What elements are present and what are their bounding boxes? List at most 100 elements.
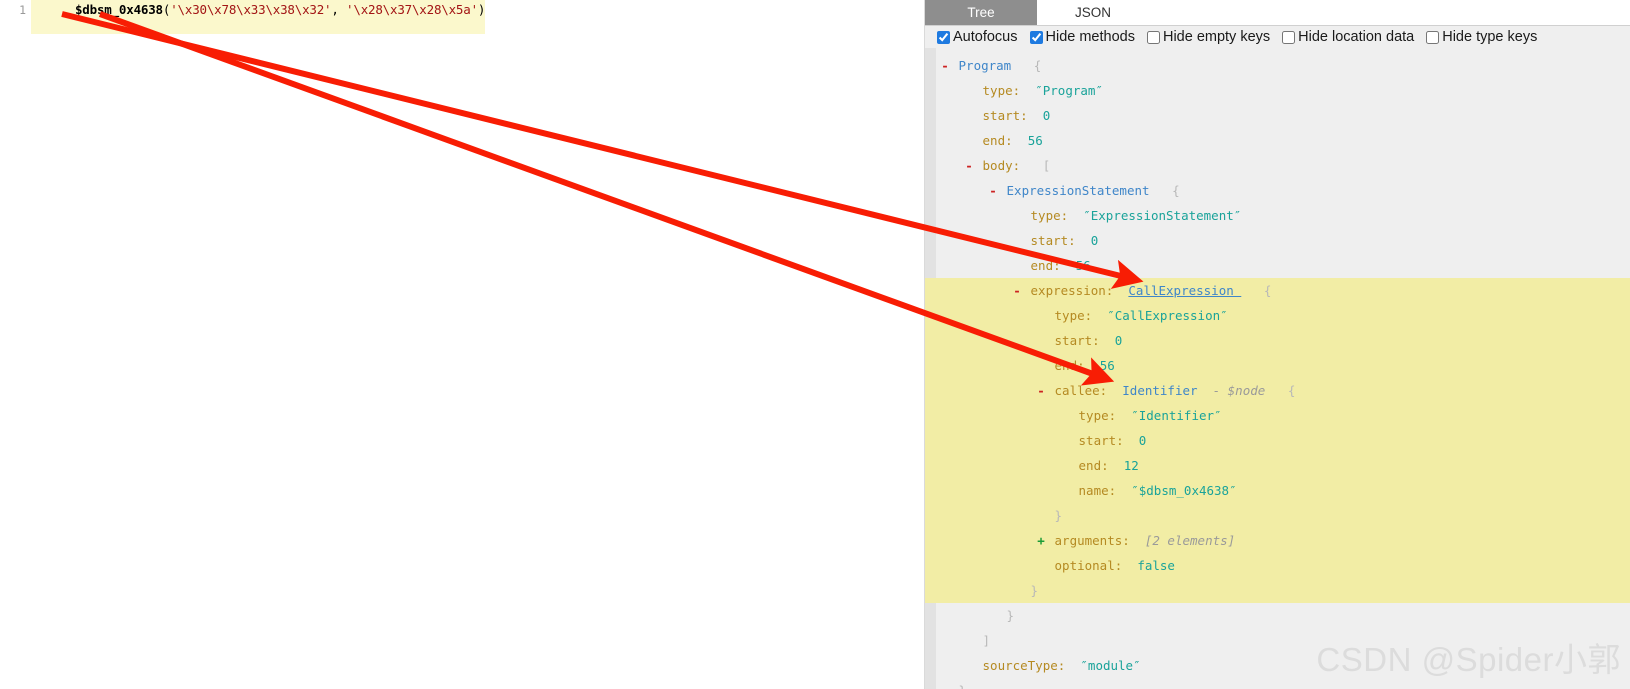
tree-node-type[interactable]: ExpressionStatement xyxy=(1007,183,1150,198)
tree-row[interactable]: + arguments: [2 elements] xyxy=(925,528,1630,553)
tree-key: body: xyxy=(982,158,1021,173)
tree-row[interactable]: - callee: Identifier - $node { xyxy=(925,378,1630,403)
tree-value: ″Identifier″ xyxy=(1131,408,1222,423)
tree-row[interactable]: - body: [ xyxy=(925,153,1630,178)
toggle-spacer-icon xyxy=(1011,228,1023,253)
tree-value: false xyxy=(1137,558,1175,573)
tree-row[interactable]: type: ″Program″ xyxy=(925,78,1630,103)
expand-icon[interactable]: + xyxy=(1035,528,1047,553)
tree-key: end: xyxy=(1030,258,1061,273)
code-token-paren-close: ) xyxy=(477,1,486,17)
tree-row[interactable]: type: ″ExpressionStatement″ xyxy=(925,203,1630,228)
tree-brace: { xyxy=(1172,183,1180,198)
tree-key: expression: xyxy=(1030,283,1114,298)
tree-value: 56 xyxy=(1075,258,1091,273)
ast-tree-pane: Tree JSON Autofocus Hide methods Hide em… xyxy=(924,0,1630,689)
toggle-spacer-icon xyxy=(963,103,975,128)
tree-row[interactable]: end: 56 xyxy=(925,353,1630,378)
tree-node-type-link[interactable]: CallExpression xyxy=(1128,283,1241,298)
toggle-spacer-icon xyxy=(1059,453,1071,478)
option-hide-methods[interactable]: Hide methods xyxy=(1029,29,1135,46)
option-hide-empty-keys[interactable]: Hide empty keys xyxy=(1146,29,1271,46)
tree-row[interactable]: start: 0 xyxy=(925,228,1630,253)
tree-row[interactable]: - expression: CallExpression { xyxy=(925,278,1630,303)
tree-value: 12 xyxy=(1123,458,1139,473)
tree-row[interactable]: end: 56 xyxy=(925,253,1630,278)
code-token-comma: , xyxy=(331,1,347,17)
tree-row[interactable]: name: ″$dbsm_0x4638″ xyxy=(925,478,1630,503)
tree-row[interactable]: type: ″Identifier″ xyxy=(925,403,1630,428)
tree-row[interactable]: start: 0 xyxy=(925,328,1630,353)
tree-row[interactable]: } xyxy=(925,578,1630,603)
option-autofocus[interactable]: Autofocus xyxy=(937,30,1018,45)
tree-row[interactable]: start: 0 xyxy=(925,103,1630,128)
view-tabbar: Tree JSON xyxy=(925,0,1630,26)
tree-key: arguments: xyxy=(1054,533,1130,548)
watermark-text: CSDN @Spider小郭 xyxy=(1316,641,1621,678)
toggle-spacer-icon xyxy=(939,678,951,689)
collapse-icon[interactable]: - xyxy=(939,53,951,78)
collapse-icon[interactable]: - xyxy=(1035,378,1047,403)
tree-row[interactable]: optional: false xyxy=(925,553,1630,578)
code-token-identifier: $dbsm_0x4638 xyxy=(74,1,163,17)
tree-row[interactable]: start: 0 xyxy=(925,428,1630,453)
toggle-spacer-icon xyxy=(963,128,975,153)
code-line[interactable]: 1 $dbsm_0x4638('\x30\x78\x33\x38\x32', '… xyxy=(0,0,485,34)
line-number-gutter: 1 xyxy=(19,2,26,17)
toggle-spacer-icon xyxy=(1059,428,1071,453)
option-hide-type-keys[interactable]: Hide type keys xyxy=(1426,30,1537,45)
tree-options-row: Autofocus Hide methods Hide empty keys H… xyxy=(925,26,1630,49)
tab-tree[interactable]: Tree xyxy=(925,0,1037,25)
option-hide-empty-keys-label: Hide empty keys xyxy=(1162,29,1271,46)
tree-value: ″ExpressionStatement″ xyxy=(1083,208,1242,223)
toggle-spacer-icon xyxy=(1035,328,1047,353)
option-hide-location-data-checkbox[interactable] xyxy=(1282,31,1296,44)
toggle-spacer-icon xyxy=(1035,303,1047,328)
tree-brace: } xyxy=(1054,508,1063,523)
tree-row[interactable]: type: ″CallExpression″ xyxy=(925,303,1630,328)
toggle-spacer-icon xyxy=(1035,353,1047,378)
tree-row[interactable]: } xyxy=(925,503,1630,528)
tab-json[interactable]: JSON xyxy=(1037,0,1149,25)
toggle-spacer-icon xyxy=(1011,578,1023,603)
toggle-spacer-icon xyxy=(963,628,975,653)
tree-row[interactable]: end: 12 xyxy=(925,453,1630,478)
toggle-spacer-icon xyxy=(1059,403,1071,428)
toggle-spacer-icon xyxy=(1059,478,1071,503)
toggle-spacer-icon xyxy=(963,653,975,678)
tree-value: 56 xyxy=(1099,358,1115,373)
option-hide-methods-label: Hide methods xyxy=(1045,29,1135,46)
ast-tree-rows: - Program { type: ″Program″ start: 0 end… xyxy=(925,49,1630,689)
tree-key: type: xyxy=(982,83,1021,98)
option-hide-type-keys-checkbox[interactable] xyxy=(1426,31,1440,44)
option-hide-location-data-label: Hide location data xyxy=(1298,29,1415,46)
option-autofocus-checkbox[interactable] xyxy=(937,31,950,44)
tree-key: callee: xyxy=(1054,383,1108,398)
option-hide-methods-checkbox[interactable] xyxy=(1029,31,1043,44)
tree-row[interactable]: end: 56 xyxy=(925,128,1630,153)
tree-key: name: xyxy=(1078,483,1117,498)
tree-row[interactable]: - Program { xyxy=(925,53,1630,78)
tree-value: 0 xyxy=(1090,233,1099,248)
tree-value: 0 xyxy=(1042,108,1051,123)
option-hide-location-data[interactable]: Hide location data xyxy=(1282,30,1414,45)
tree-row[interactable]: - ExpressionStatement { xyxy=(925,178,1630,203)
code-editor-pane[interactable]: 1 $dbsm_0x4638('\x30\x78\x33\x38\x32', '… xyxy=(0,0,924,689)
tree-value: 0 xyxy=(1138,433,1147,448)
tree-brace: } xyxy=(959,683,967,689)
collapse-icon[interactable]: - xyxy=(1011,278,1023,303)
tree-brace: ] xyxy=(982,633,991,648)
tree-key: type: xyxy=(1078,408,1117,423)
collapse-icon[interactable]: - xyxy=(987,178,999,203)
tree-value: ″$dbsm_0x4638″ xyxy=(1131,483,1237,498)
code-text[interactable]: $dbsm_0x4638('\x30\x78\x33\x38\x32', '\x… xyxy=(31,0,485,34)
option-hide-empty-keys-checkbox[interactable] xyxy=(1146,31,1160,44)
toggle-spacer-icon xyxy=(987,603,999,628)
tree-key: sourceType: xyxy=(982,658,1066,673)
toggle-spacer-icon xyxy=(1035,553,1047,578)
tree-node-type[interactable]: Program xyxy=(959,58,1012,73)
tree-row[interactable]: } xyxy=(925,603,1630,628)
collapse-icon[interactable]: - xyxy=(963,153,975,178)
toggle-spacer-icon xyxy=(1035,503,1047,528)
tree-node-type-link[interactable]: Identifier xyxy=(1122,383,1197,398)
